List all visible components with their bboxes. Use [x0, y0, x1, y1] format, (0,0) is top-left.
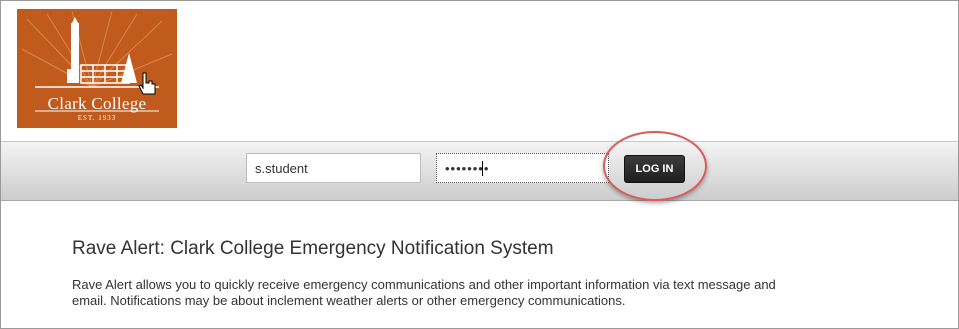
password-input[interactable] [436, 153, 609, 183]
logo-established: EST. 1933 [77, 114, 117, 122]
clark-college-logo[interactable]: Clark College EST. 1933 [17, 9, 177, 128]
logo-college-name: Clark College [47, 94, 147, 113]
text-caret [482, 161, 483, 176]
hand-cursor-icon [138, 72, 156, 95]
username-input[interactable] [246, 153, 421, 183]
page-description: Rave Alert allows you to quickly receive… [72, 277, 776, 308]
page-title: Rave Alert: Clark College Emergency Noti… [72, 238, 554, 259]
highlight-circle [603, 131, 707, 201]
login-bar: LOG IN [1, 141, 958, 201]
